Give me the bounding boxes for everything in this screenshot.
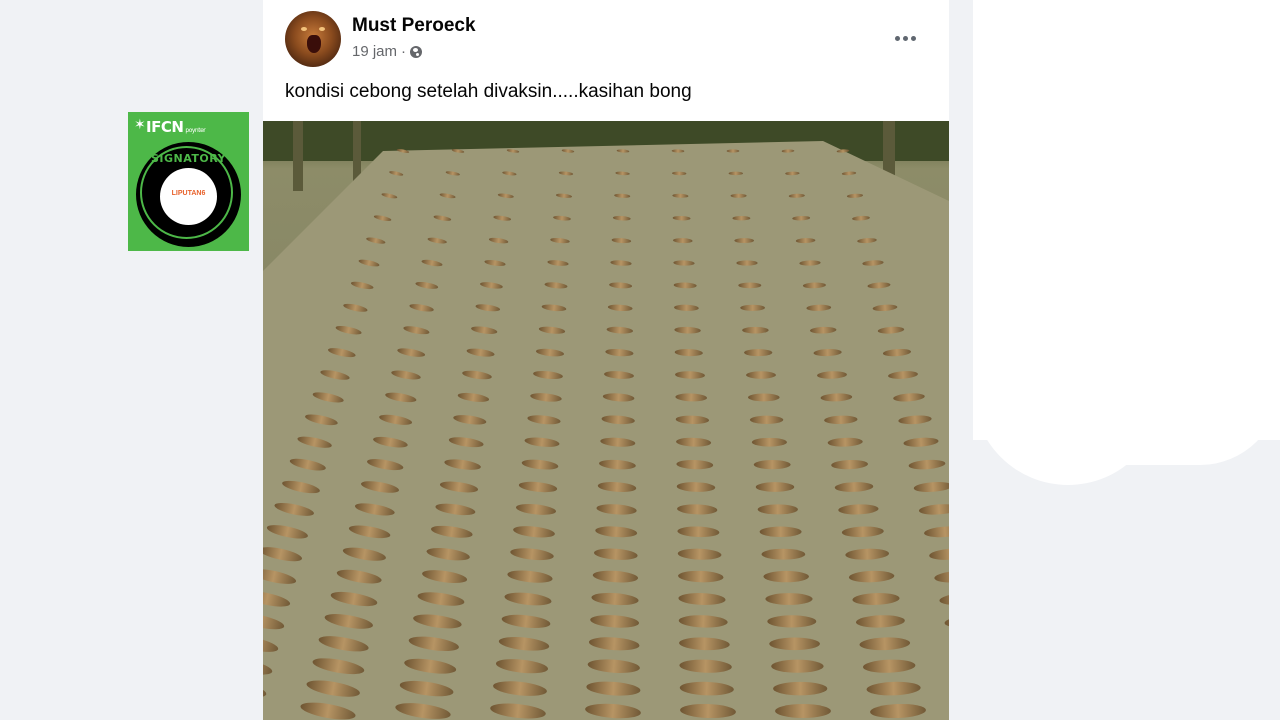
frog-shape bbox=[761, 548, 806, 560]
badge-brand-small: poynter bbox=[185, 127, 206, 134]
frog-shape bbox=[767, 615, 817, 628]
badge-inner-logo: LIPUTAN6 bbox=[160, 168, 217, 225]
badge-brand: IFCN poynter bbox=[146, 118, 206, 136]
post-photo-art bbox=[263, 121, 949, 720]
frog-shape bbox=[742, 326, 769, 334]
frog-shape bbox=[757, 504, 798, 515]
star-icon: ✶ bbox=[134, 116, 146, 132]
frog-shape bbox=[749, 415, 784, 424]
frog-shape bbox=[759, 526, 802, 538]
badge-ring-text: SIGNATORY bbox=[150, 152, 227, 165]
frog-shape bbox=[726, 149, 740, 153]
frog-shape bbox=[773, 681, 828, 696]
avatar[interactable] bbox=[285, 11, 341, 67]
more-options-button[interactable] bbox=[887, 26, 923, 50]
post-card: Must Peroeck 19 jam · kondisi cebong set… bbox=[263, 0, 949, 720]
frog-shape bbox=[736, 260, 758, 266]
right-panel-curve bbox=[1120, 360, 1280, 465]
more-dot bbox=[910, 35, 916, 41]
avatar-eye-left bbox=[301, 27, 307, 31]
frog-shape bbox=[747, 393, 780, 402]
frog-shape bbox=[744, 349, 773, 357]
ifcn-signatory-badge: ✶ IFCN poynter SIGNATORY LIPUTAN6 bbox=[128, 112, 249, 251]
frog-shape bbox=[730, 193, 747, 198]
avatar-mouth bbox=[307, 35, 321, 53]
frog-shape bbox=[753, 460, 791, 470]
more-dot bbox=[902, 35, 908, 41]
post-photo[interactable] bbox=[263, 121, 949, 720]
frog-shape bbox=[765, 593, 813, 605]
frog-shape bbox=[769, 637, 820, 651]
badge-brand-text: IFCN bbox=[146, 118, 184, 136]
frog-shape bbox=[755, 482, 795, 492]
page: ✶ IFCN poynter SIGNATORY LIPUTAN6 Must Pe… bbox=[0, 0, 1280, 720]
more-horizontal-icon bbox=[894, 35, 900, 41]
avatar-eye-right bbox=[319, 27, 325, 31]
post-text: kondisi cebong setelah divaksin.....kasi… bbox=[285, 81, 692, 102]
frog-shape bbox=[740, 304, 765, 311]
frog-shape bbox=[738, 282, 762, 289]
badge-circle: SIGNATORY LIPUTAN6 bbox=[136, 142, 241, 247]
frog-shape bbox=[728, 171, 743, 176]
badge-inner-text: LIPUTAN6 bbox=[171, 190, 206, 197]
meta-separator: · bbox=[401, 43, 407, 60]
frog-shape bbox=[746, 371, 776, 379]
frog-shape bbox=[763, 570, 809, 583]
globe-icon bbox=[410, 45, 423, 58]
post-author[interactable]: Must Peroeck bbox=[352, 15, 476, 37]
post-meta: 19 jam · bbox=[352, 43, 423, 60]
frog-shape bbox=[775, 704, 831, 718]
post-time[interactable]: 19 jam bbox=[352, 43, 397, 60]
frog-shape bbox=[732, 215, 751, 221]
frog-shape bbox=[751, 437, 787, 447]
frog-shape bbox=[771, 659, 824, 673]
frog-shape bbox=[734, 238, 754, 244]
